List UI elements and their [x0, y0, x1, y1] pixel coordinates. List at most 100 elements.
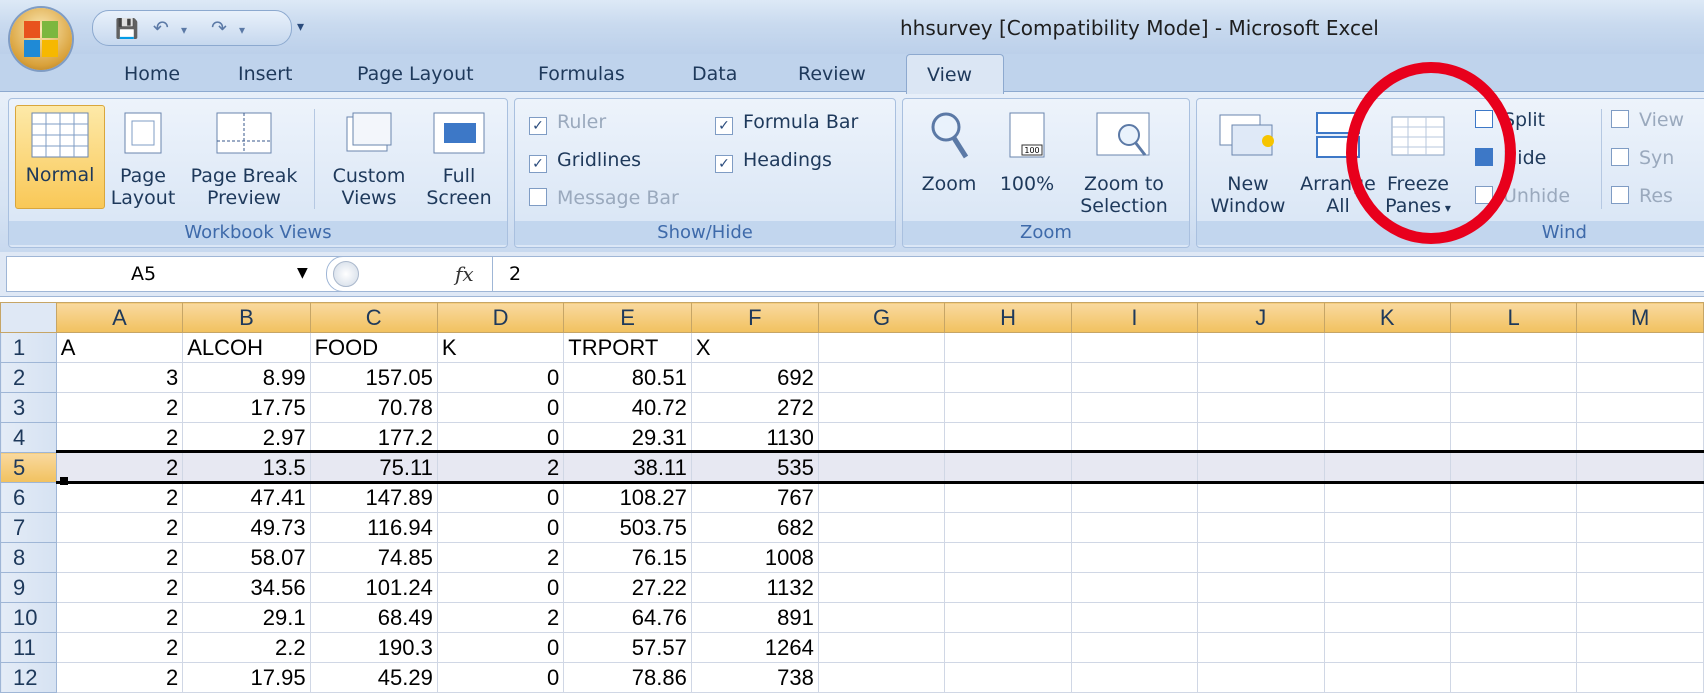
cell-k6[interactable] — [1323, 482, 1451, 513]
cell-f3[interactable]: 272 — [690, 392, 819, 423]
cell-b9[interactable]: 34.56 — [182, 572, 311, 603]
cell-i1[interactable] — [1070, 332, 1199, 363]
cell-j9[interactable] — [1197, 572, 1325, 603]
tab-formulas[interactable]: Formulas — [538, 63, 625, 85]
cell-d11[interactable]: 0 — [436, 632, 565, 663]
cell-j12[interactable] — [1197, 662, 1325, 693]
cell-d12[interactable]: 0 — [436, 662, 565, 693]
save-icon[interactable]: 💾 — [115, 17, 139, 40]
row-header[interactable]: 6 — [0, 482, 57, 513]
column-header-g[interactable]: G — [817, 302, 946, 333]
cell-b6[interactable]: 47.41 — [182, 482, 311, 513]
cell-g9[interactable] — [817, 572, 946, 603]
cell-l5[interactable] — [1449, 452, 1578, 483]
undo-dropdown-icon[interactable]: ▾ — [181, 23, 187, 37]
formula-input[interactable]: 2 — [492, 256, 1704, 292]
cell-m3[interactable] — [1576, 392, 1704, 423]
cell-a7[interactable]: 2 — [55, 512, 184, 543]
cell-k2[interactable] — [1323, 362, 1451, 393]
cell-e3[interactable]: 40.72 — [563, 392, 692, 423]
cell-g6[interactable] — [817, 482, 946, 513]
cell-d6[interactable]: 0 — [436, 482, 565, 513]
cell-j3[interactable] — [1197, 392, 1325, 423]
reset-window-position-button[interactable]: Res — [1611, 185, 1673, 207]
zoom-to-selection-button[interactable]: Zoom to Selection — [1071, 111, 1177, 217]
column-header-f[interactable]: F — [690, 302, 819, 333]
cell-a8[interactable]: 2 — [55, 542, 184, 573]
cell-g4[interactable] — [817, 422, 946, 453]
column-header-c[interactable]: C — [309, 302, 438, 333]
cell-d9[interactable]: 0 — [436, 572, 565, 603]
cell-c6[interactable]: 147.89 — [309, 482, 438, 513]
row-header[interactable]: 3 — [0, 392, 57, 423]
cell-h8[interactable] — [944, 542, 1072, 573]
custom-views-button[interactable]: Custom Views — [325, 111, 413, 209]
cell-i6[interactable] — [1070, 482, 1199, 513]
message-bar-checkbox[interactable]: Message Bar — [529, 187, 679, 209]
cell-a3[interactable]: 2 — [55, 392, 184, 423]
cell-f12[interactable]: 738 — [690, 662, 819, 693]
cell-b7[interactable]: 49.73 — [182, 512, 311, 543]
tab-review[interactable]: Review — [798, 63, 866, 85]
cell-e1[interactable]: TRPORT — [563, 332, 692, 363]
cell-l7[interactable] — [1449, 512, 1578, 543]
cell-k7[interactable] — [1323, 512, 1451, 543]
cell-h12[interactable] — [944, 662, 1072, 693]
cell-f8[interactable]: 1008 — [690, 542, 819, 573]
zoom-100-button[interactable]: 100 100% — [991, 111, 1063, 195]
new-window-button[interactable]: New Window — [1205, 111, 1291, 217]
cell-h2[interactable] — [944, 362, 1072, 393]
column-header-a[interactable]: A — [55, 302, 184, 333]
cell-a1[interactable]: A — [55, 332, 184, 363]
cell-m7[interactable] — [1576, 512, 1704, 543]
cell-d5[interactable]: 2 — [436, 452, 565, 483]
cell-b10[interactable]: 29.1 — [182, 602, 311, 633]
cell-f6[interactable]: 767 — [690, 482, 819, 513]
cell-l11[interactable] — [1449, 632, 1578, 663]
cell-i7[interactable] — [1070, 512, 1199, 543]
cancel-enter-icon[interactable] — [333, 261, 359, 287]
cell-m1[interactable] — [1576, 332, 1704, 363]
cell-g5[interactable] — [817, 452, 946, 483]
cell-i11[interactable] — [1070, 632, 1199, 663]
cell-c10[interactable]: 68.49 — [309, 602, 438, 633]
column-header-m[interactable]: M — [1576, 302, 1704, 333]
cell-l9[interactable] — [1449, 572, 1578, 603]
column-header-d[interactable]: D — [436, 302, 565, 333]
cell-m6[interactable] — [1576, 482, 1704, 513]
cell-f4[interactable]: 1130 — [690, 422, 819, 453]
row-header[interactable]: 9 — [0, 572, 57, 603]
row-header[interactable]: 1 — [0, 332, 57, 363]
cell-m2[interactable] — [1576, 362, 1704, 393]
cell-b11[interactable]: 2.2 — [182, 632, 311, 663]
row-header[interactable]: 2 — [0, 362, 57, 393]
cell-g11[interactable] — [817, 632, 946, 663]
cell-l2[interactable] — [1449, 362, 1578, 393]
cell-g2[interactable] — [817, 362, 946, 393]
cell-c2[interactable]: 157.05 — [309, 362, 438, 393]
row-header[interactable]: 10 — [0, 602, 57, 633]
tab-page-layout[interactable]: Page Layout — [357, 63, 474, 85]
cell-c11[interactable]: 190.3 — [309, 632, 438, 663]
cell-e11[interactable]: 57.57 — [563, 632, 692, 663]
cell-k4[interactable] — [1323, 422, 1451, 453]
cell-j5[interactable] — [1197, 452, 1325, 483]
cell-e10[interactable]: 64.76 — [563, 602, 692, 633]
cell-b2[interactable]: 8.99 — [182, 362, 311, 393]
cell-g3[interactable] — [817, 392, 946, 423]
gridlines-checkbox[interactable]: ✓ Gridlines — [529, 149, 641, 173]
cell-a2[interactable]: 3 — [55, 362, 184, 393]
tab-view[interactable]: View — [906, 54, 1004, 94]
name-box[interactable]: A5 ▼ — [6, 256, 344, 292]
cell-h11[interactable] — [944, 632, 1072, 663]
office-button[interactable] — [10, 8, 72, 70]
cell-m10[interactable] — [1576, 602, 1704, 633]
cell-e7[interactable]: 503.75 — [563, 512, 692, 543]
tab-data[interactable]: Data — [692, 63, 737, 85]
fill-handle[interactable] — [60, 477, 68, 485]
cell-i9[interactable] — [1070, 572, 1199, 603]
cell-k5[interactable] — [1323, 452, 1451, 483]
cell-f1[interactable]: X — [690, 332, 819, 363]
undo-icon[interactable]: ↶ — [153, 17, 169, 39]
cell-d3[interactable]: 0 — [436, 392, 565, 423]
